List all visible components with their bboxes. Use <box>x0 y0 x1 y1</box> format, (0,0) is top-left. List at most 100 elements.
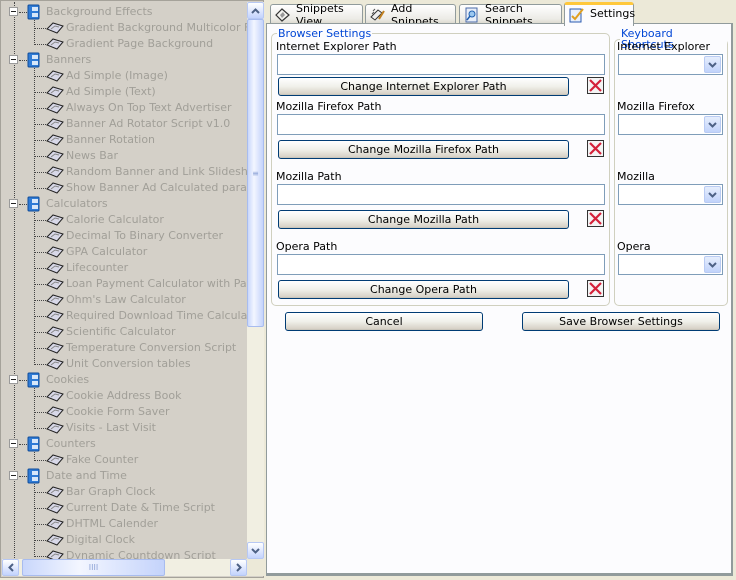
tree-connector <box>34 484 35 557</box>
tree-connector <box>35 156 46 157</box>
tree-vertical-scrollbar[interactable]: ≡ <box>247 2 264 559</box>
tree-item[interactable]: Calorie Calculator <box>66 212 164 228</box>
change-mozilla-path-button[interactable]: Change Mozilla Path <box>278 210 569 229</box>
tree-connector <box>35 332 46 333</box>
tree-connector <box>35 76 46 77</box>
tree-category[interactable]: Background Effects <box>46 4 153 20</box>
tree-item[interactable]: Gradient Page Background <box>66 36 213 52</box>
dropdown-button[interactable] <box>704 116 721 133</box>
tree-item[interactable]: Gradient Background Multicolor Fader <box>66 20 247 36</box>
ie-shortcut-select[interactable] <box>618 54 723 75</box>
snippet-icon <box>46 502 64 514</box>
tree-item[interactable]: Current Date & Time Script <box>66 500 215 516</box>
tree-item[interactable]: Decimal To Binary Converter <box>66 228 223 244</box>
firefox-path-input[interactable] <box>277 114 605 135</box>
tree-item[interactable]: Ad Simple (Text) <box>66 84 156 100</box>
tree-category[interactable]: Banners <box>46 52 91 68</box>
change-firefox-path-button[interactable]: Change Mozilla Firefox Path <box>278 140 569 159</box>
tree-item[interactable]: Ad Simple (Image) <box>66 68 168 84</box>
tab-settings[interactable]: Settings <box>564 2 636 26</box>
dropdown-button[interactable] <box>704 56 721 73</box>
tree-connector <box>35 348 46 349</box>
snippet-icon <box>46 294 64 306</box>
tree-category[interactable]: Counters <box>46 436 96 452</box>
tree-connector <box>35 524 46 525</box>
dropdown-button[interactable] <box>704 186 721 203</box>
tree-item[interactable]: Temperature Conversion Script <box>66 340 236 356</box>
tree-item[interactable]: Unit Conversion tables <box>66 356 191 372</box>
snippet-icon <box>46 358 64 370</box>
tree-item[interactable]: Random Banner and Link Slideshow <box>66 164 247 180</box>
opera-path-input[interactable] <box>277 254 605 275</box>
ie-path-input[interactable] <box>277 54 605 75</box>
save-browser-settings-button[interactable]: Save Browser Settings <box>522 312 720 331</box>
vertical-scroll-thumb[interactable]: ≡ <box>247 19 264 327</box>
tab-label: Settings <box>590 7 636 20</box>
collapse-toggle-icon[interactable] <box>9 55 18 64</box>
collapse-toggle-icon[interactable] <box>9 471 18 480</box>
scroll-left-button[interactable] <box>2 559 19 576</box>
horizontal-scroll-thumb[interactable]: IIII <box>22 559 165 576</box>
tree-category[interactable]: Calculators <box>46 196 108 212</box>
tree-connector <box>35 44 46 45</box>
tree-item[interactable]: Visits - Last Visit <box>66 420 156 436</box>
tree-item[interactable]: Digital Clock <box>66 532 135 548</box>
dropdown-button[interactable] <box>704 256 721 273</box>
snippet-icon <box>46 326 64 338</box>
tree-connector <box>35 124 46 125</box>
scroll-right-button[interactable] <box>230 559 247 576</box>
tree-item[interactable]: Banner Rotation <box>66 132 155 148</box>
tree-item[interactable]: Show Banner Ad Calculated paramter <box>66 180 247 196</box>
tab-search-snippets[interactable]: Search Snippets <box>459 2 562 28</box>
tree-item[interactable]: GPA Calculator <box>66 244 147 260</box>
collapse-toggle-icon[interactable] <box>9 375 18 384</box>
chevron-right-icon <box>235 563 242 572</box>
opera-shortcut-label: Opera <box>617 240 651 253</box>
category-folder-icon <box>27 468 41 484</box>
tree-category[interactable]: Cookies <box>46 372 89 388</box>
tab-strip: Snippets View Add Snippets Search Snippe… <box>266 2 736 28</box>
clear-opera-path-button[interactable] <box>587 280 604 297</box>
tree-connector <box>35 508 46 509</box>
opera-shortcut-select[interactable] <box>618 254 723 275</box>
clear-mozilla-path-button[interactable] <box>587 210 604 227</box>
tree-item[interactable]: News Bar <box>66 148 118 164</box>
tree-connector <box>35 92 46 93</box>
tree-item[interactable]: Banner Ad Rotator Script v1.0 <box>66 116 230 132</box>
scroll-up-button[interactable] <box>247 2 264 19</box>
tree-item[interactable]: Scientific Calculator <box>66 324 176 340</box>
tree-item[interactable]: Lifecounter <box>66 260 128 276</box>
tree-item[interactable]: Fake Counter <box>66 452 138 468</box>
clear-ie-path-button[interactable] <box>587 77 604 94</box>
tab-snippets-view[interactable]: Snippets View <box>270 2 363 28</box>
snippet-tree[interactable]: Background Effects Gradient Background Mu… <box>2 2 247 559</box>
tree-item[interactable]: Cookie Address Book <box>66 388 182 404</box>
collapse-toggle-icon[interactable] <box>9 439 18 448</box>
search-snippets-icon <box>465 7 478 23</box>
tab-add-snippets[interactable]: Add Snippets <box>365 2 456 28</box>
tree-item[interactable]: Always On Top Text Advertiser <box>66 100 232 116</box>
tree-horizontal-scrollbar[interactable]: IIII <box>2 559 247 576</box>
tree-connector <box>34 20 35 45</box>
mozilla-path-input[interactable] <box>277 184 605 205</box>
tree-category[interactable]: Date and Time <box>46 468 127 484</box>
snippet-icon <box>46 86 64 98</box>
tree-item[interactable]: Cookie Form Saver <box>66 404 170 420</box>
firefox-shortcut-select[interactable] <box>618 114 723 135</box>
clear-firefox-path-button[interactable] <box>587 140 604 157</box>
tree-item[interactable]: Bar Graph Clock <box>66 484 155 500</box>
tree-item[interactable]: Loan Payment Calculator with Paymer <box>66 276 247 292</box>
mozilla-shortcut-select[interactable] <box>618 184 723 205</box>
tree-item[interactable]: Required Download Time Calculator <box>66 308 247 324</box>
settings-page: Browser Settings Internet Explorer Path … <box>266 23 733 576</box>
scroll-down-button[interactable] <box>247 542 264 559</box>
snippet-icon <box>46 214 64 226</box>
tree-item[interactable]: DHTML Calender <box>66 516 158 532</box>
tree-item[interactable]: Ohm's Law Calculator <box>66 292 186 308</box>
collapse-toggle-icon[interactable] <box>9 199 18 208</box>
collapse-toggle-icon[interactable] <box>9 7 18 16</box>
tree-item[interactable]: Dynamic Countdown Script <box>66 548 216 559</box>
cancel-button[interactable]: Cancel <box>285 312 483 331</box>
change-opera-path-button[interactable]: Change Opera Path <box>278 280 569 299</box>
change-ie-path-button[interactable]: Change Internet Explorer Path <box>278 77 569 96</box>
